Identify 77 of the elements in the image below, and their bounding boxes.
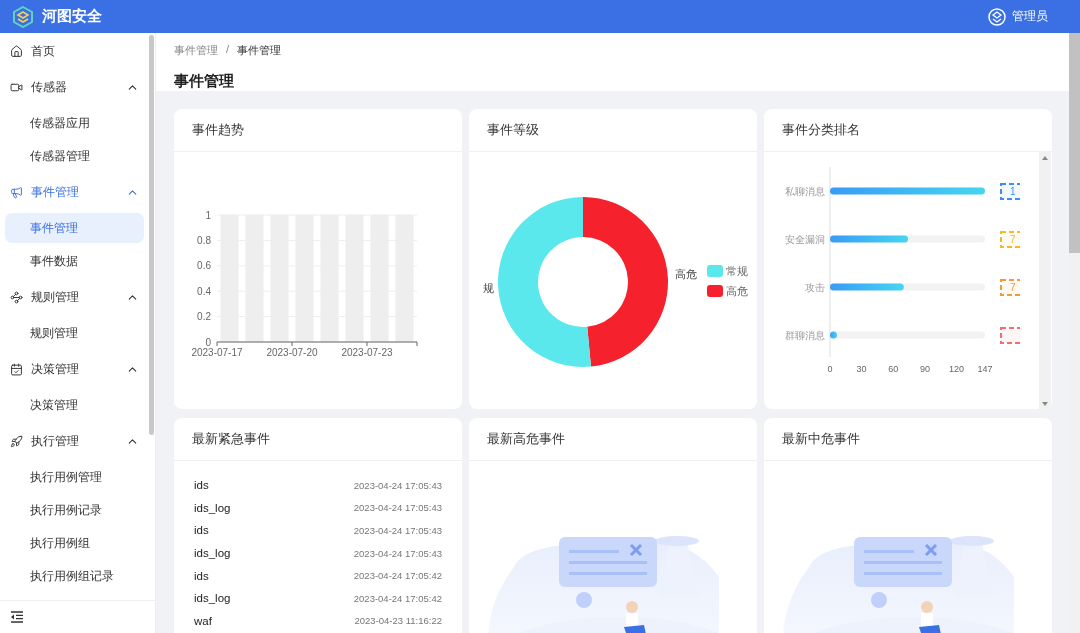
- event-name[interactable]: ids: [194, 479, 209, 492]
- home-icon: [10, 44, 23, 58]
- event-time: 2023-04-23 11:16:22: [354, 615, 442, 627]
- slice-label: 高危: [675, 268, 697, 280]
- submenu-item[interactable]: 执行用例记录: [5, 495, 144, 525]
- event-time: 2023-04-24 17:05:42: [353, 570, 442, 582]
- app-title: 河图安全: [42, 7, 102, 26]
- menu-item[interactable]: 执行管理: [0, 423, 149, 459]
- axis-label: 90: [919, 364, 930, 374]
- event-time: 2023-04-24 17:05:43: [353, 525, 442, 536]
- axis-label: 0.2: [197, 311, 211, 323]
- axis-label: 30: [856, 364, 867, 374]
- axis-label: 0: [827, 364, 833, 374]
- menu-item[interactable]: 首页: [0, 33, 149, 69]
- megaphone-icon: [10, 185, 23, 199]
- breadcrumb-item: 事件管理: [237, 43, 282, 58]
- category-label: 私聊消息: [785, 185, 825, 197]
- nodes-icon: [10, 290, 23, 304]
- event-name[interactable]: waf: [194, 614, 212, 627]
- slice-label: 规: [483, 282, 494, 294]
- axis-label: 0.8: [197, 234, 211, 246]
- submenu-item[interactable]: 传感器应用: [5, 108, 144, 138]
- event-name[interactable]: ids_log: [194, 501, 231, 514]
- event-time: 2023-04-24 17:05:43: [353, 502, 442, 514]
- event-time: 2023-04-24 17:05:43: [353, 479, 442, 491]
- event-time: 2023-04-24 17:05:42: [353, 592, 442, 604]
- axis-label: 2023-07-17: [191, 347, 243, 358]
- submenu-item[interactable]: 规则管理: [5, 318, 144, 348]
- axis-label: 2023-07-23: [341, 347, 393, 358]
- rocket-icon: [10, 434, 23, 448]
- submenu-item[interactable]: 决策管理: [5, 390, 144, 420]
- collapse-menu-icon[interactable]: [10, 611, 24, 623]
- submenu-item[interactable]: 事件数据: [5, 246, 144, 276]
- calendar-check-icon: [10, 362, 23, 376]
- value-label: 1: [1010, 186, 1016, 197]
- category-label: 攻击: [805, 281, 825, 293]
- event-name[interactable]: ids: [194, 569, 209, 582]
- axis-label: 1: [205, 209, 211, 221]
- card-title: 最新中危事件: [782, 430, 860, 448]
- axis-label: 2023-07-20: [266, 347, 318, 358]
- submenu-item[interactable]: 事件管理: [5, 213, 144, 243]
- breadcrumb-item[interactable]: 事件管理: [174, 43, 218, 58]
- menu-item[interactable]: 传感器: [0, 69, 149, 105]
- submenu-item[interactable]: 执行用例组: [5, 528, 144, 558]
- page-title: 事件管理: [174, 72, 235, 91]
- axis-label: 0.6: [197, 260, 211, 272]
- axis-label: 147: [977, 364, 993, 374]
- bar: [830, 331, 837, 339]
- event-name[interactable]: ids_log: [194, 547, 231, 560]
- logo-icon: [12, 5, 34, 28]
- menu-item[interactable]: 规则管理: [0, 279, 149, 315]
- value-label: 7: [1010, 234, 1016, 245]
- breadcrumb-separator: /: [226, 43, 230, 57]
- card-title: 事件趋势: [192, 121, 244, 139]
- value-label: 7: [1010, 282, 1016, 293]
- submenu-item[interactable]: 执行用例管理: [5, 462, 144, 492]
- card-title: 最新紧急事件: [192, 430, 270, 448]
- legend-label: 常规: [726, 265, 748, 277]
- axis-label: 0: [205, 336, 211, 348]
- legend-label: 高危: [726, 285, 748, 297]
- event-name[interactable]: ids_log: [194, 592, 231, 605]
- menu-item[interactable]: 决策管理: [0, 351, 149, 387]
- axis-label: 120: [949, 364, 965, 374]
- category-label: 安全漏洞: [785, 233, 825, 245]
- user-name[interactable]: 管理员: [1012, 8, 1048, 25]
- axis-label: 60: [888, 364, 899, 374]
- axis-label: 0.4: [197, 285, 211, 297]
- card-title: 最新高危事件: [487, 430, 565, 448]
- event-name[interactable]: ids: [194, 524, 209, 537]
- category-label: 群聊消息: [785, 329, 825, 341]
- user-icon: [988, 7, 1006, 26]
- submenu-item[interactable]: 传感器管理: [5, 141, 144, 171]
- submenu-item[interactable]: 执行用例组记录: [5, 561, 144, 591]
- event-time: 2023-04-24 17:05:43: [353, 547, 442, 559]
- card-title: 事件分类排名: [782, 121, 860, 139]
- card-title: 事件等级: [487, 121, 539, 139]
- menu-item[interactable]: 事件管理: [0, 174, 149, 210]
